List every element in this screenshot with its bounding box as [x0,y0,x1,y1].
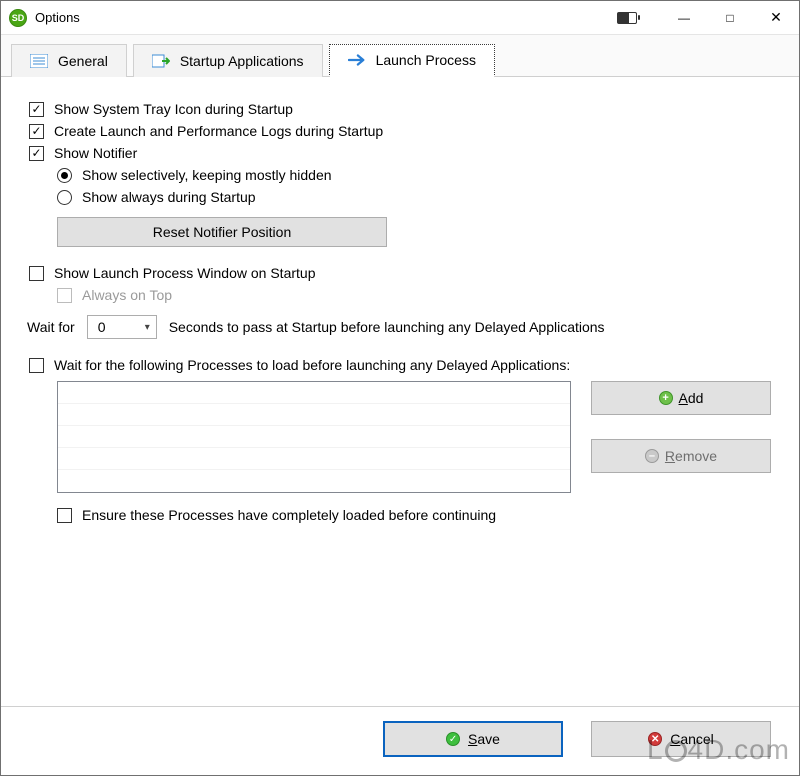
add-process-button[interactable]: + Add [591,381,771,415]
checkbox-wait-for-processes[interactable] [29,358,44,373]
label-always-on-top: Always on Top [82,287,172,303]
label-show-lp-window: Show Launch Process Window on Startup [54,265,315,281]
process-list-area: + Add – Remove [57,381,771,493]
list-item [58,448,570,470]
label-create-logs: Create Launch and Performance Logs durin… [54,123,383,139]
cancel-rest: ancel [680,731,713,747]
list-item [58,382,570,404]
general-icon [30,52,48,70]
options-window: SD Options — □ ✕ General Startup Applica… [0,0,800,776]
process-listbox[interactable] [57,381,571,493]
save-mnemonic: S [468,731,477,747]
tab-general[interactable]: General [11,44,127,77]
tab-startup-applications[interactable]: Startup Applications [133,44,323,77]
minus-icon: – [645,449,659,463]
checkbox-show-lp-window[interactable] [29,266,44,281]
label-notifier-selectively: Show selectively, keeping mostly hidden [82,167,332,183]
window-buttons: — □ ✕ [661,1,799,34]
tab-strip: General Startup Applications Launch Proc… [1,35,799,77]
cancel-mnemonic: C [670,731,680,747]
launch-process-icon [348,51,366,69]
label-show-notifier: Show Notifier [54,145,137,161]
checkbox-show-notifier[interactable] [29,146,44,161]
tab-content-launch-process: Show System Tray Icon during Startup Cre… [1,77,799,706]
checkbox-always-on-top [57,288,72,303]
app-icon: SD [9,9,27,27]
remove-mnemonic: R [665,448,675,464]
list-item [58,426,570,448]
label-notifier-always: Show always during Startup [82,189,256,205]
chevron-down-icon: ▾ [145,322,150,333]
label-show-tray-icon: Show System Tray Icon during Startup [54,101,293,117]
add-mnemonic: A [679,390,688,406]
titlebar: SD Options — □ ✕ [1,1,799,35]
startup-apps-icon [152,52,170,70]
list-item [58,404,570,426]
checkbox-create-logs[interactable] [29,124,44,139]
wait-for-suffix: Seconds to pass at Startup before launch… [169,319,605,335]
list-item [58,470,570,492]
close-button[interactable]: ✕ [753,1,799,34]
tab-startup-apps-label: Startup Applications [180,53,304,69]
cancel-button[interactable]: ✕ Cancel [591,721,771,757]
maximize-button[interactable]: □ [707,1,753,34]
plus-icon: + [659,391,673,405]
add-rest: dd [688,390,704,406]
label-ensure-loaded: Ensure these Processes have completely l… [82,507,496,523]
label-wait-for-processes: Wait for the following Processes to load… [54,357,570,373]
tab-launch-process[interactable]: Launch Process [329,44,495,77]
tab-launch-process-label: Launch Process [376,52,476,68]
checkbox-ensure-loaded[interactable] [57,508,72,523]
wait-seconds-select[interactable]: 0 ▾ [87,315,157,339]
save-button[interactable]: ✓ Save [383,721,563,757]
dialog-footer: ✓ Save ✕ Cancel [1,706,799,775]
radio-notifier-always[interactable] [57,190,72,205]
battery-icon [617,12,637,24]
reset-notifier-position-button[interactable]: Reset Notifier Position [57,217,387,247]
wait-for-prefix: Wait for [27,319,75,335]
window-title: Options [35,10,80,25]
check-circle-icon: ✓ [446,732,460,746]
save-rest: ave [477,731,500,747]
checkbox-show-tray-icon[interactable] [29,102,44,117]
radio-notifier-selectively[interactable] [57,168,72,183]
remove-process-button[interactable]: – Remove [591,439,771,473]
wait-seconds-value: 0 [98,319,106,335]
minimize-button[interactable]: — [661,1,707,34]
tab-general-label: General [58,53,108,69]
wait-for-row: Wait for 0 ▾ Seconds to pass at Startup … [27,315,771,339]
x-circle-icon: ✕ [648,732,662,746]
remove-rest: emove [675,448,717,464]
